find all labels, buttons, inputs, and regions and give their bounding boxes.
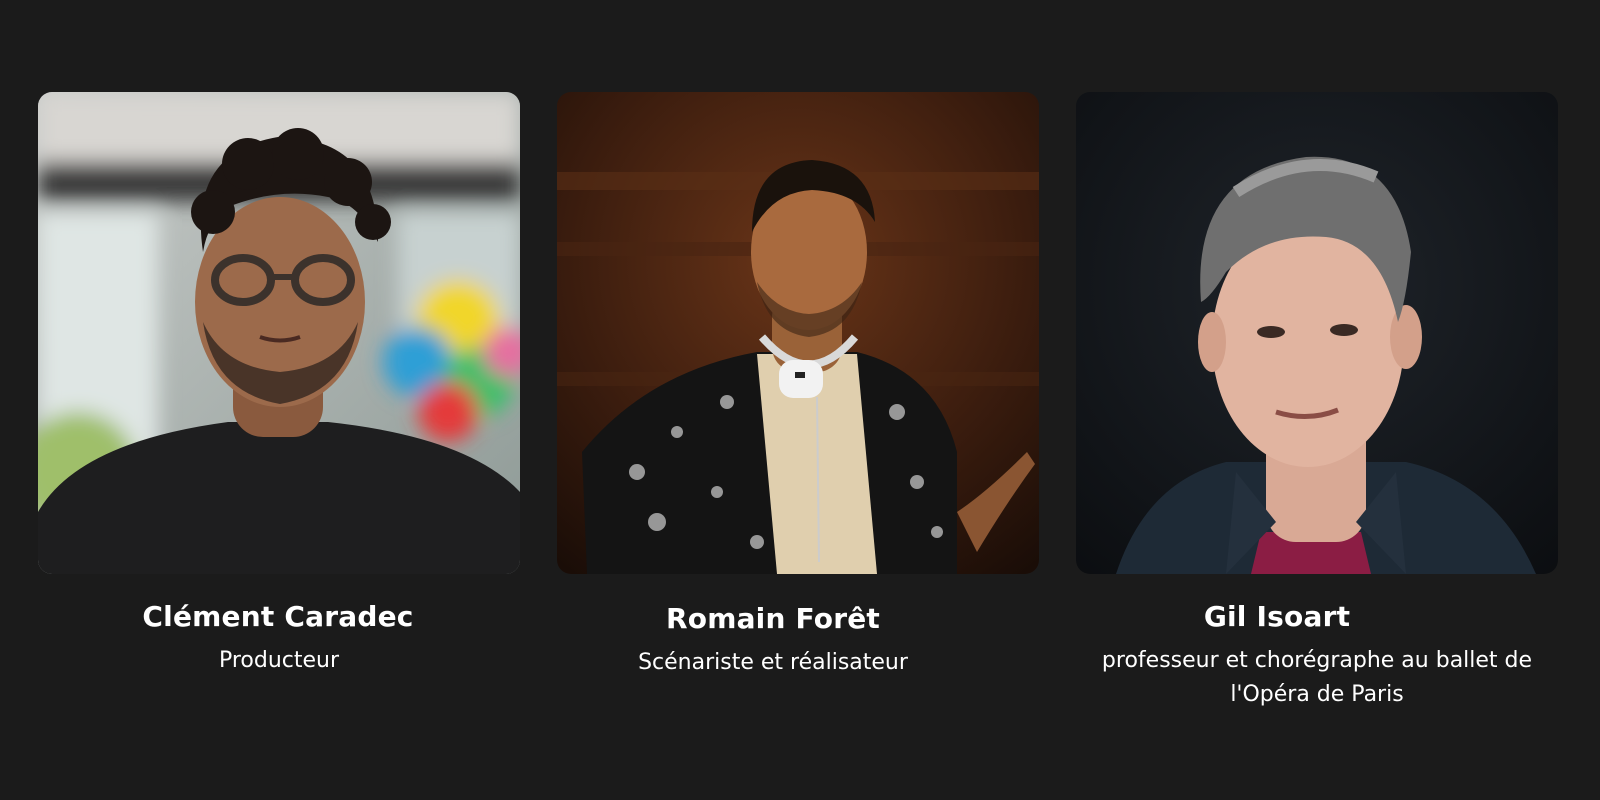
member-role: Producteur	[218, 648, 340, 673]
team-card-clement: Clément Caradec Producteur	[38, 92, 520, 673]
portrait-photo-clement	[38, 92, 520, 574]
member-name: Gil Isoart	[1203, 600, 1351, 633]
portrait-photo-romain	[557, 92, 1039, 574]
portrait-photo	[557, 92, 1039, 574]
member-name: Romain Forêt	[666, 602, 880, 635]
member-role: professeur et chorégraphe au ballet de l…	[1101, 648, 1533, 707]
team-card-romain: Romain Forêt Scénariste et réalisateur	[557, 92, 1039, 675]
portrait-photo	[38, 92, 520, 574]
portrait-photo	[1076, 92, 1558, 574]
member-name: Clément Caradec	[142, 600, 414, 633]
member-role: Scénariste et réalisateur	[638, 650, 908, 675]
team-card-gil: Gil Isoart professeur et chorégraphe au …	[1076, 92, 1558, 707]
portrait-photo-gil	[1076, 92, 1558, 574]
